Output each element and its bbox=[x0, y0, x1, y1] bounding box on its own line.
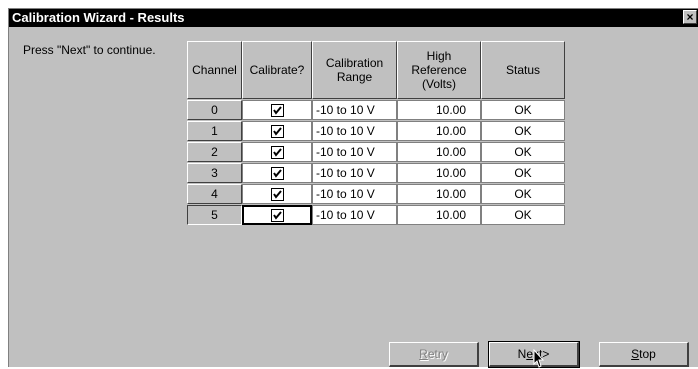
range-cell[interactable]: -10 to 10 V bbox=[312, 163, 397, 183]
calibrate-cell[interactable] bbox=[242, 163, 312, 183]
table-row: 5 -10 to 10 V 10.00 OK bbox=[187, 205, 565, 225]
calibrate-checkbox[interactable] bbox=[270, 103, 284, 117]
header-ref-line-3: (Volts) bbox=[421, 77, 456, 91]
grid-rows: 0 -10 to 10 V 10.00 OK 1 -10 to 10 V 10.00 OK 2-… bbox=[187, 100, 565, 225]
stop-mnemonic: S bbox=[631, 347, 640, 361]
header-range-line-2: Range bbox=[336, 70, 373, 84]
grid-header-row: Channel Calibrate? Calibration Range Hig… bbox=[187, 41, 565, 99]
status-cell: OK bbox=[481, 100, 565, 120]
status-cell: OK bbox=[481, 184, 565, 204]
reference-cell[interactable]: 10.00 bbox=[397, 100, 481, 120]
retry-mnemonic: R bbox=[419, 347, 428, 361]
stop-label: top bbox=[639, 347, 656, 361]
checkmark-icon bbox=[272, 189, 282, 199]
calibration-wizard-window: Calibration Wizard - Results × Press "Ne… bbox=[8, 8, 698, 368]
status-cell: OK bbox=[481, 163, 565, 183]
header-ref-line-1: High bbox=[426, 49, 452, 63]
reference-cell[interactable]: 10.00 bbox=[397, 121, 481, 141]
next-mnemonic: e bbox=[526, 347, 533, 361]
reference-cell[interactable]: 10.00 bbox=[397, 142, 481, 162]
header-calibrate[interactable]: Calibrate? bbox=[242, 41, 312, 99]
calibrate-cell[interactable] bbox=[242, 142, 312, 162]
range-cell[interactable]: -10 to 10 V bbox=[312, 184, 397, 204]
table-row: 1 -10 to 10 V 10.00 OK bbox=[187, 121, 565, 141]
reference-cell[interactable]: 10.00 bbox=[397, 205, 481, 225]
calibrate-checkbox[interactable] bbox=[270, 124, 284, 138]
reference-cell[interactable]: 10.00 bbox=[397, 184, 481, 204]
close-button[interactable]: × bbox=[683, 10, 697, 24]
stop-button[interactable]: Stop bbox=[599, 342, 689, 367]
title-bar: Calibration Wizard - Results × bbox=[9, 9, 698, 27]
calibrate-cell[interactable] bbox=[242, 100, 312, 120]
checkmark-icon bbox=[272, 126, 282, 136]
header-ref-line-2: Reference bbox=[411, 63, 467, 77]
calibrate-checkbox[interactable] bbox=[270, 145, 284, 159]
results-grid: Channel Calibrate? Calibration Range Hig… bbox=[187, 41, 565, 225]
checkmark-icon bbox=[272, 105, 282, 115]
status-cell: OK bbox=[481, 142, 565, 162]
mouse-pointer-icon bbox=[533, 349, 545, 368]
table-row: 3 -10 to 10 V 10.00 OK bbox=[187, 163, 565, 183]
header-calibration-range[interactable]: Calibration Range bbox=[312, 41, 397, 99]
table-row: 4 -10 to 10 V 10.00 OK bbox=[187, 184, 565, 204]
status-cell: OK bbox=[481, 205, 565, 225]
retry-button[interactable]: Retry bbox=[389, 342, 479, 367]
status-cell: OK bbox=[481, 121, 565, 141]
table-row: 0 -10 to 10 V 10.00 OK bbox=[187, 100, 565, 120]
close-icon: × bbox=[686, 10, 694, 24]
checkmark-icon bbox=[272, 168, 282, 178]
calibrate-checkbox[interactable] bbox=[270, 187, 284, 201]
range-cell[interactable]: -10 to 10 V bbox=[312, 100, 397, 120]
header-high-reference[interactable]: High Reference (Volts) bbox=[397, 41, 481, 99]
calibrate-cell[interactable] bbox=[242, 205, 312, 225]
checkmark-icon bbox=[272, 210, 282, 220]
calibrate-cell[interactable] bbox=[242, 121, 312, 141]
channel-cell[interactable]: 2 bbox=[187, 142, 242, 162]
calibrate-checkbox[interactable] bbox=[270, 208, 284, 222]
retry-label: etry bbox=[427, 347, 448, 361]
window-title: Calibration Wizard - Results bbox=[12, 10, 185, 25]
checkmark-icon bbox=[272, 147, 282, 157]
channel-cell[interactable]: 0 bbox=[187, 100, 242, 120]
table-row: 2 -10 to 10 V 10.00 OK bbox=[187, 142, 565, 162]
range-cell[interactable]: -10 to 10 V bbox=[312, 121, 397, 141]
header-range-line-1: Calibration bbox=[325, 56, 384, 70]
calibrate-checkbox[interactable] bbox=[270, 166, 284, 180]
instruction-text: Press "Next" to continue. bbox=[23, 43, 156, 57]
range-cell[interactable]: -10 to 10 V bbox=[312, 205, 397, 225]
range-cell[interactable]: -10 to 10 V bbox=[312, 142, 397, 162]
channel-cell[interactable]: 3 bbox=[187, 163, 242, 183]
channel-cell[interactable]: 4 bbox=[187, 184, 242, 204]
channel-cell[interactable]: 5 bbox=[187, 205, 242, 225]
next-label-pre: N bbox=[517, 347, 527, 361]
header-status[interactable]: Status bbox=[481, 41, 565, 99]
reference-cell[interactable]: 10.00 bbox=[397, 163, 481, 183]
channel-cell[interactable]: 1 bbox=[187, 121, 242, 141]
calibrate-cell[interactable] bbox=[242, 184, 312, 204]
header-channel[interactable]: Channel bbox=[187, 41, 242, 99]
